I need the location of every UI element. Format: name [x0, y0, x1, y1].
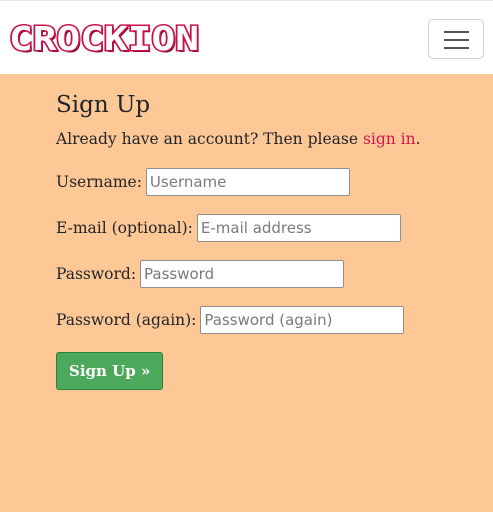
- navbar-toggle-button[interactable]: [428, 19, 484, 59]
- password-again-row: Password (again):: [56, 306, 405, 334]
- signin-prompt: Already have an account? Then please sig…: [56, 128, 476, 150]
- email-label: E-mail (optional):: [56, 219, 193, 237]
- username-row: Username:: [56, 168, 350, 196]
- email-input[interactable]: [196, 214, 401, 242]
- password-input[interactable]: [140, 260, 345, 288]
- email-row: E-mail (optional):: [56, 214, 401, 242]
- password-label: Password:: [56, 265, 137, 283]
- password-row: Password:: [56, 260, 345, 288]
- signup-section: Sign Up Already have an account? Then pl…: [56, 90, 476, 390]
- signin-link[interactable]: sign in: [363, 130, 416, 148]
- page-title: Sign Up: [56, 92, 151, 118]
- signup-button[interactable]: Sign Up »: [56, 352, 164, 390]
- signin-prompt-end: .: [415, 130, 421, 148]
- username-label: Username:: [56, 173, 142, 191]
- signin-prompt-text: Already have an account? Then please: [56, 130, 363, 148]
- navbar: CROCKION CROCKION: [0, 0, 493, 74]
- password-again-input[interactable]: [200, 306, 405, 334]
- logo-text: CROCKION: [9, 21, 199, 58]
- username-input[interactable]: [145, 168, 350, 196]
- password-again-label: Password (again):: [56, 311, 197, 329]
- site-logo[interactable]: CROCKION CROCKION: [9, 21, 205, 59]
